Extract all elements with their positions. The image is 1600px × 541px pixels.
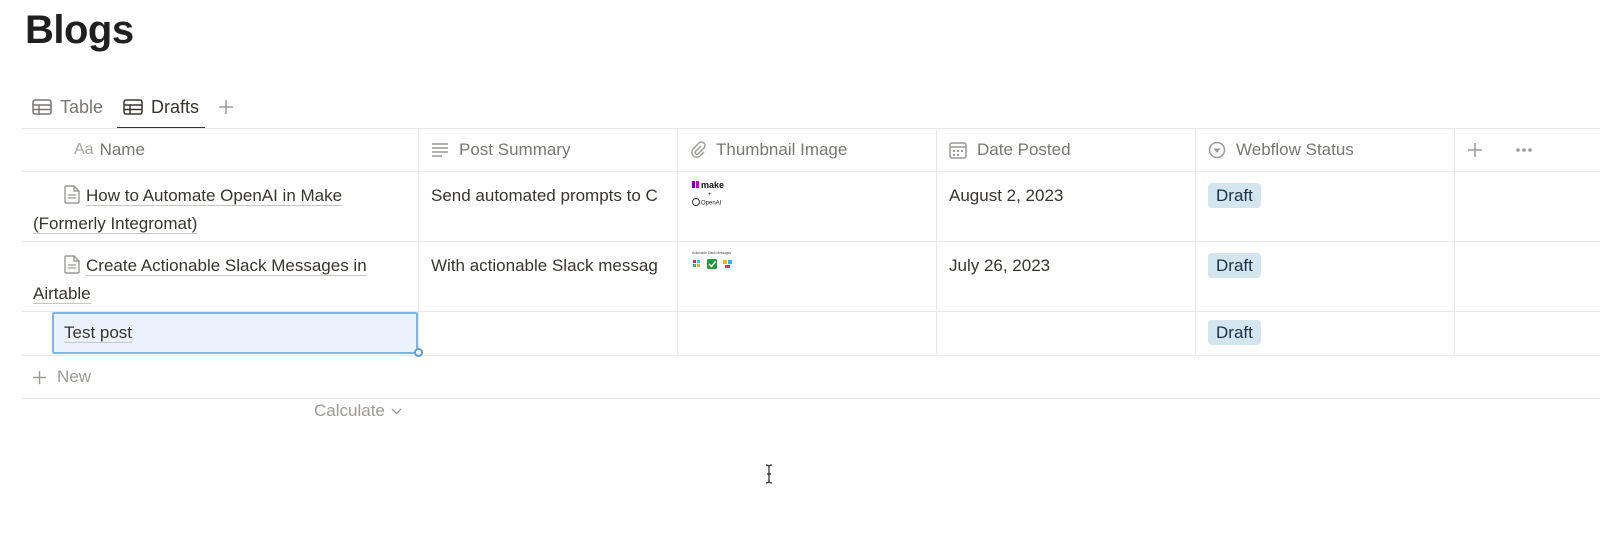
page-icon	[64, 255, 80, 274]
database-table: Aa Name Post Summary Thumbnail Image Dat…	[22, 128, 1600, 399]
thumbnail-caption: Actionable Slack Messages	[692, 251, 731, 255]
status-icon	[1208, 141, 1226, 159]
status-badge: Draft	[1208, 320, 1261, 345]
calculate-label: Calculate	[314, 401, 385, 420]
new-row-button[interactable]: New	[22, 356, 1600, 399]
table-header: Aa Name Post Summary Thumbnail Image Dat…	[22, 128, 1600, 172]
tab-table[interactable]: Table	[22, 87, 113, 127]
text-type-icon: Aa	[74, 141, 94, 158]
calculate-button[interactable]: Calculate	[314, 401, 402, 421]
logo-text-make: make	[701, 180, 724, 190]
row-title: Test post	[64, 323, 133, 343]
date-cell[interactable]: July 26, 2023	[937, 242, 1196, 311]
column-header-thumbnail-image[interactable]: Thumbnail Image	[678, 129, 937, 171]
name-cell[interactable]: Test post	[22, 312, 423, 357]
page-title: Blogs	[25, 8, 134, 52]
tab-drafts[interactable]: Drafts	[113, 87, 209, 129]
row-title-continued[interactable]: (Formerly Integromat)	[33, 214, 198, 234]
date-text: August 2, 2023	[949, 186, 1064, 205]
summary-cell[interactable]: With actionable Slack messag	[419, 242, 678, 311]
column-label: Date Posted	[977, 140, 1071, 159]
plus-icon	[32, 370, 47, 384]
logo-text-openai: OpenAI	[701, 201, 722, 207]
row-title[interactable]: Create Actionable Slack Messages in	[86, 256, 367, 276]
calendar-icon	[949, 142, 967, 159]
svg-text:+: +	[708, 192, 712, 198]
thumbnail-cell[interactable]: Actionable Slack Messages	[678, 242, 937, 311]
table-row[interactable]: Create Actionable Slack Messages in Airta…	[22, 242, 1600, 312]
thumbnail-cell[interactable]	[678, 312, 937, 355]
empty-cell	[1455, 242, 1600, 311]
status-cell[interactable]: Draft	[1196, 242, 1455, 311]
empty-cell	[1455, 172, 1600, 241]
add-view-button[interactable]	[211, 92, 241, 122]
name-edit-input[interactable]: Test post	[52, 312, 418, 354]
column-header-post-summary[interactable]: Post Summary	[419, 129, 678, 171]
chevron-down-icon	[391, 408, 402, 415]
status-badge: Draft	[1208, 253, 1261, 278]
text-cursor-icon	[765, 464, 773, 484]
date-cell[interactable]: August 2, 2023	[937, 172, 1196, 241]
empty-cell	[1455, 312, 1600, 355]
column-header-date-posted[interactable]: Date Posted	[937, 129, 1196, 171]
table-icon	[32, 99, 52, 115]
column-label: Webflow Status	[1236, 140, 1354, 159]
tab-label: Table	[60, 96, 104, 117]
column-label: Thumbnail Image	[716, 140, 848, 159]
table-row[interactable]: How to Automate OpenAI in Make (Formerly …	[22, 172, 1600, 242]
summary-cell[interactable]: Send automated prompts to C	[419, 172, 678, 241]
status-badge: Draft	[1208, 183, 1261, 208]
row-title[interactable]: How to Automate OpenAI in Make	[86, 186, 343, 206]
slack-airtable-thumbnail: Actionable Slack Messages	[692, 251, 732, 269]
column-header-webflow-status[interactable]: Webflow Status	[1196, 129, 1455, 171]
summary-text: With actionable Slack messag	[431, 256, 658, 275]
date-text: July 26, 2023	[949, 256, 1051, 275]
add-property-icon[interactable]	[1467, 142, 1483, 158]
column-label: Name	[99, 140, 145, 159]
table-icon	[123, 99, 143, 115]
header-actions	[1455, 129, 1600, 171]
column-header-name[interactable]: Aa Name	[22, 129, 419, 171]
new-row-label: New	[57, 367, 92, 386]
row-title-continued[interactable]: Airtable	[33, 284, 91, 304]
lines-icon	[432, 143, 448, 157]
page-icon	[64, 185, 80, 204]
status-cell[interactable]: Draft	[1196, 172, 1455, 241]
summary-text: Send automated prompts to C	[431, 186, 658, 205]
tab-label: Drafts	[151, 96, 200, 117]
status-cell[interactable]: Draft	[1196, 312, 1455, 355]
date-cell[interactable]	[937, 312, 1196, 355]
name-cell[interactable]: How to Automate OpenAI in Make (Formerly …	[22, 172, 419, 241]
name-cell[interactable]: Create Actionable Slack Messages in Airta…	[22, 242, 419, 311]
thumbnail-cell[interactable]: make + OpenAI	[678, 172, 937, 241]
paperclip-icon	[691, 141, 706, 158]
make-openai-thumbnail: make + OpenAI	[692, 180, 724, 207]
more-options-icon[interactable]	[1515, 147, 1533, 153]
plus-icon	[219, 100, 234, 114]
view-tabs: Table Drafts	[22, 86, 241, 129]
column-label: Post Summary	[459, 140, 571, 159]
summary-cell[interactable]	[419, 312, 678, 355]
table-row[interactable]: Test post Draft	[22, 312, 1600, 357]
